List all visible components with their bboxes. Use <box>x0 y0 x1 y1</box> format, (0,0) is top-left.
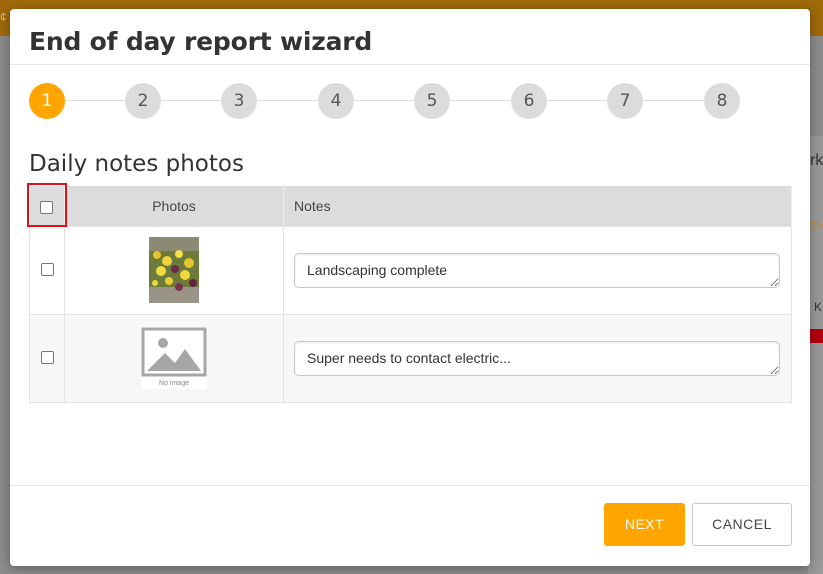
section-title: Daily notes photos <box>29 151 244 177</box>
step-5[interactable]: 5 <box>414 83 450 119</box>
table-header-row: Photos Notes <box>29 186 792 226</box>
step-8[interactable]: 8 <box>704 83 740 119</box>
photos-table: Photos Notes Landscaping complete No ima… <box>29 186 792 403</box>
table-row: No image Super needs to contact electric… <box>29 313 792 403</box>
background-top-bar-fragment: ¢ <box>0 10 7 24</box>
photo-cell <box>64 225 284 315</box>
note-field[interactable]: Landscaping complete <box>294 252 780 288</box>
select-all-header <box>29 186 65 226</box>
background-right-text: K <box>814 300 823 314</box>
step-7[interactable]: 7 <box>607 83 643 119</box>
header-divider <box>10 64 810 65</box>
row-checkbox[interactable] <box>40 351 54 365</box>
dialog-title: End of day report wizard <box>29 27 373 56</box>
end-of-day-wizard-dialog: End of day report wizard 1 2 3 4 5 6 7 8… <box>10 9 810 566</box>
notes-column-header: Notes <box>283 186 792 226</box>
background-right-panel <box>808 136 823 574</box>
step-connector <box>65 100 126 101</box>
background-red-bar <box>810 329 823 343</box>
background-right-text: rk <box>810 152 823 169</box>
step-1[interactable]: 1 <box>29 83 65 119</box>
no-image-placeholder-icon[interactable]: No image <box>141 327 207 389</box>
row-checkbox[interactable] <box>40 263 54 277</box>
step-connector <box>643 100 704 101</box>
note-field[interactable]: Super needs to contact electric... <box>294 340 780 376</box>
step-connector <box>161 100 222 101</box>
background-right-text: OM <box>808 220 823 232</box>
wizard-stepper: 1 2 3 4 5 6 7 8 <box>29 83 741 119</box>
no-image-label: No image <box>159 380 189 387</box>
step-connector <box>354 100 415 101</box>
row-checkbox-cell <box>29 225 65 315</box>
step-connector <box>450 100 511 101</box>
step-connector <box>546 100 607 101</box>
notes-cell: Super needs to contact electric... <box>283 313 792 403</box>
photo-cell: No image <box>64 313 284 403</box>
step-2[interactable]: 2 <box>125 83 161 119</box>
cancel-button[interactable]: CANCEL <box>692 503 792 546</box>
step-3[interactable]: 3 <box>221 83 257 119</box>
step-6[interactable]: 6 <box>511 83 547 119</box>
next-button[interactable]: NEXT <box>604 503 685 546</box>
select-all-checkbox[interactable] <box>40 200 54 214</box>
photos-column-header: Photos <box>64 186 284 226</box>
notes-cell: Landscaping complete <box>283 225 792 315</box>
row-checkbox-cell <box>29 313 65 403</box>
footer-divider <box>10 485 810 486</box>
flowers-photo-thumbnail[interactable] <box>149 237 199 303</box>
table-row: Landscaping complete <box>29 225 792 315</box>
step-4[interactable]: 4 <box>318 83 354 119</box>
step-connector <box>257 100 318 101</box>
